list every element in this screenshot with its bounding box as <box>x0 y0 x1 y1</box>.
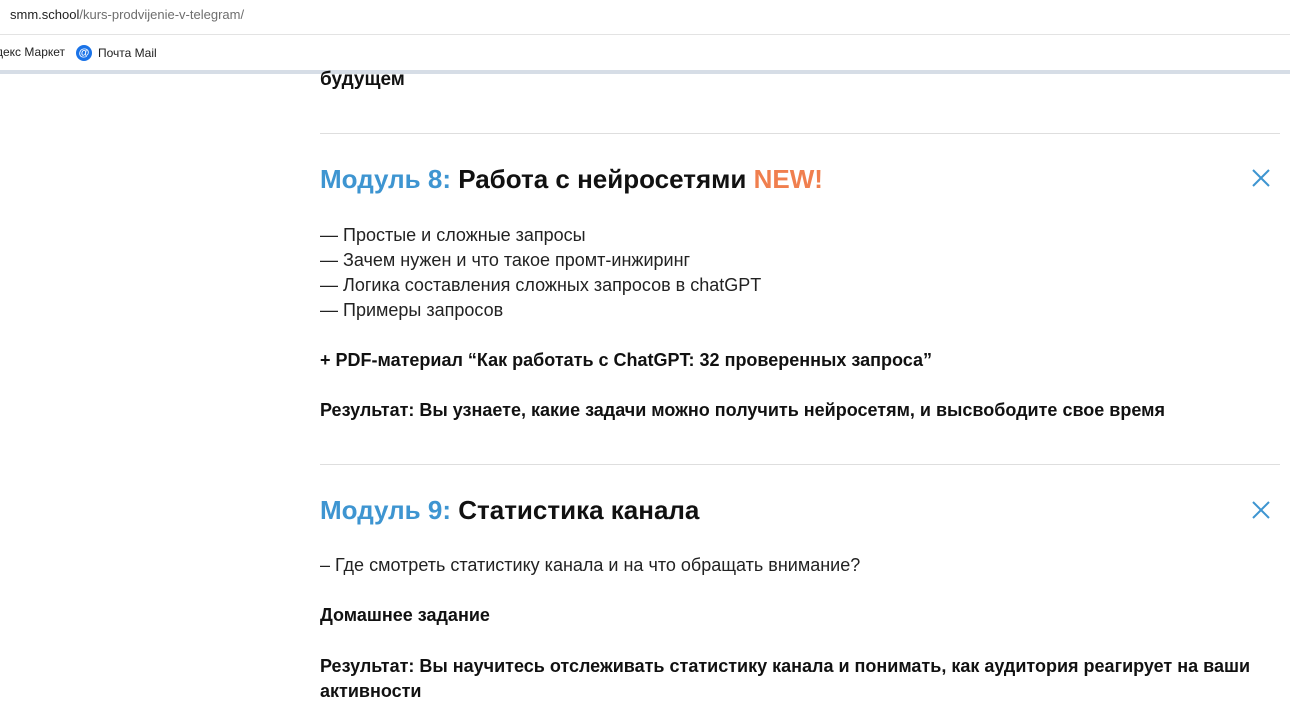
module-9-title[interactable]: Модуль 9: Статистика канала <box>320 495 699 525</box>
toolbar-separator <box>0 70 1290 74</box>
module-number: Модуль 8: <box>320 164 451 194</box>
close-icon[interactable] <box>1250 167 1272 189</box>
divider <box>320 133 1280 134</box>
url-path: /kurs-prodvijenie-v-telegram/ <box>79 7 245 22</box>
list-item: — Логика составления сложных запросов в … <box>320 275 762 295</box>
list-item: – Где смотреть статистику канала и на чт… <box>320 555 861 575</box>
module-name: Статистика канала <box>458 495 700 525</box>
new-badge: NEW! <box>753 164 823 194</box>
module-9-topics: – Где смотреть статистику канала и на чт… <box>320 553 860 578</box>
module-name: Работа с нейросетями <box>458 164 747 194</box>
url-text[interactable]: smm.school/kurs-prodvijenie-v-telegram/ <box>10 7 244 22</box>
module-8-topics: — Простые и сложные запросы — Зачем нуже… <box>320 223 761 323</box>
list-item: — Примеры запросов <box>320 300 504 320</box>
module-8-result: Результат: Вы узнаете, какие задачи можн… <box>320 400 1165 420</box>
bookmark-market[interactable]: декс Маркет <box>0 45 65 59</box>
bookmark-mail[interactable]: @ Почта Mail <box>76 45 157 61</box>
list-item: — Простые и сложные запросы <box>320 225 586 245</box>
module-8-title[interactable]: Модуль 8: Работа с нейросетями NEW! <box>320 164 823 194</box>
divider <box>320 464 1280 465</box>
close-icon[interactable] <box>1250 499 1272 521</box>
module-9-result: Результат: Вы научитесь отслеживать стат… <box>320 656 1251 701</box>
url-host: smm.school <box>10 7 80 22</box>
previous-module-tail: будущем <box>320 69 405 90</box>
mail-at-icon: @ <box>76 45 92 61</box>
module-9-homework: Домашнее задание <box>320 605 490 625</box>
bookmarks-bar: декс Маркет @ Почта Mail <box>0 36 1290 70</box>
bookmark-label: Почта Mail <box>98 46 157 60</box>
module-8-bonus: + PDF-материал “Как работать с ChatGPT: … <box>320 350 932 370</box>
module-number: Модуль 9: <box>320 495 451 525</box>
address-bar[interactable]: smm.school/kurs-prodvijenie-v-telegram/ <box>0 0 1290 35</box>
list-item: — Зачем нужен и что такое промт-инжиринг <box>320 250 691 270</box>
bookmark-label: декс Маркет <box>0 45 66 59</box>
